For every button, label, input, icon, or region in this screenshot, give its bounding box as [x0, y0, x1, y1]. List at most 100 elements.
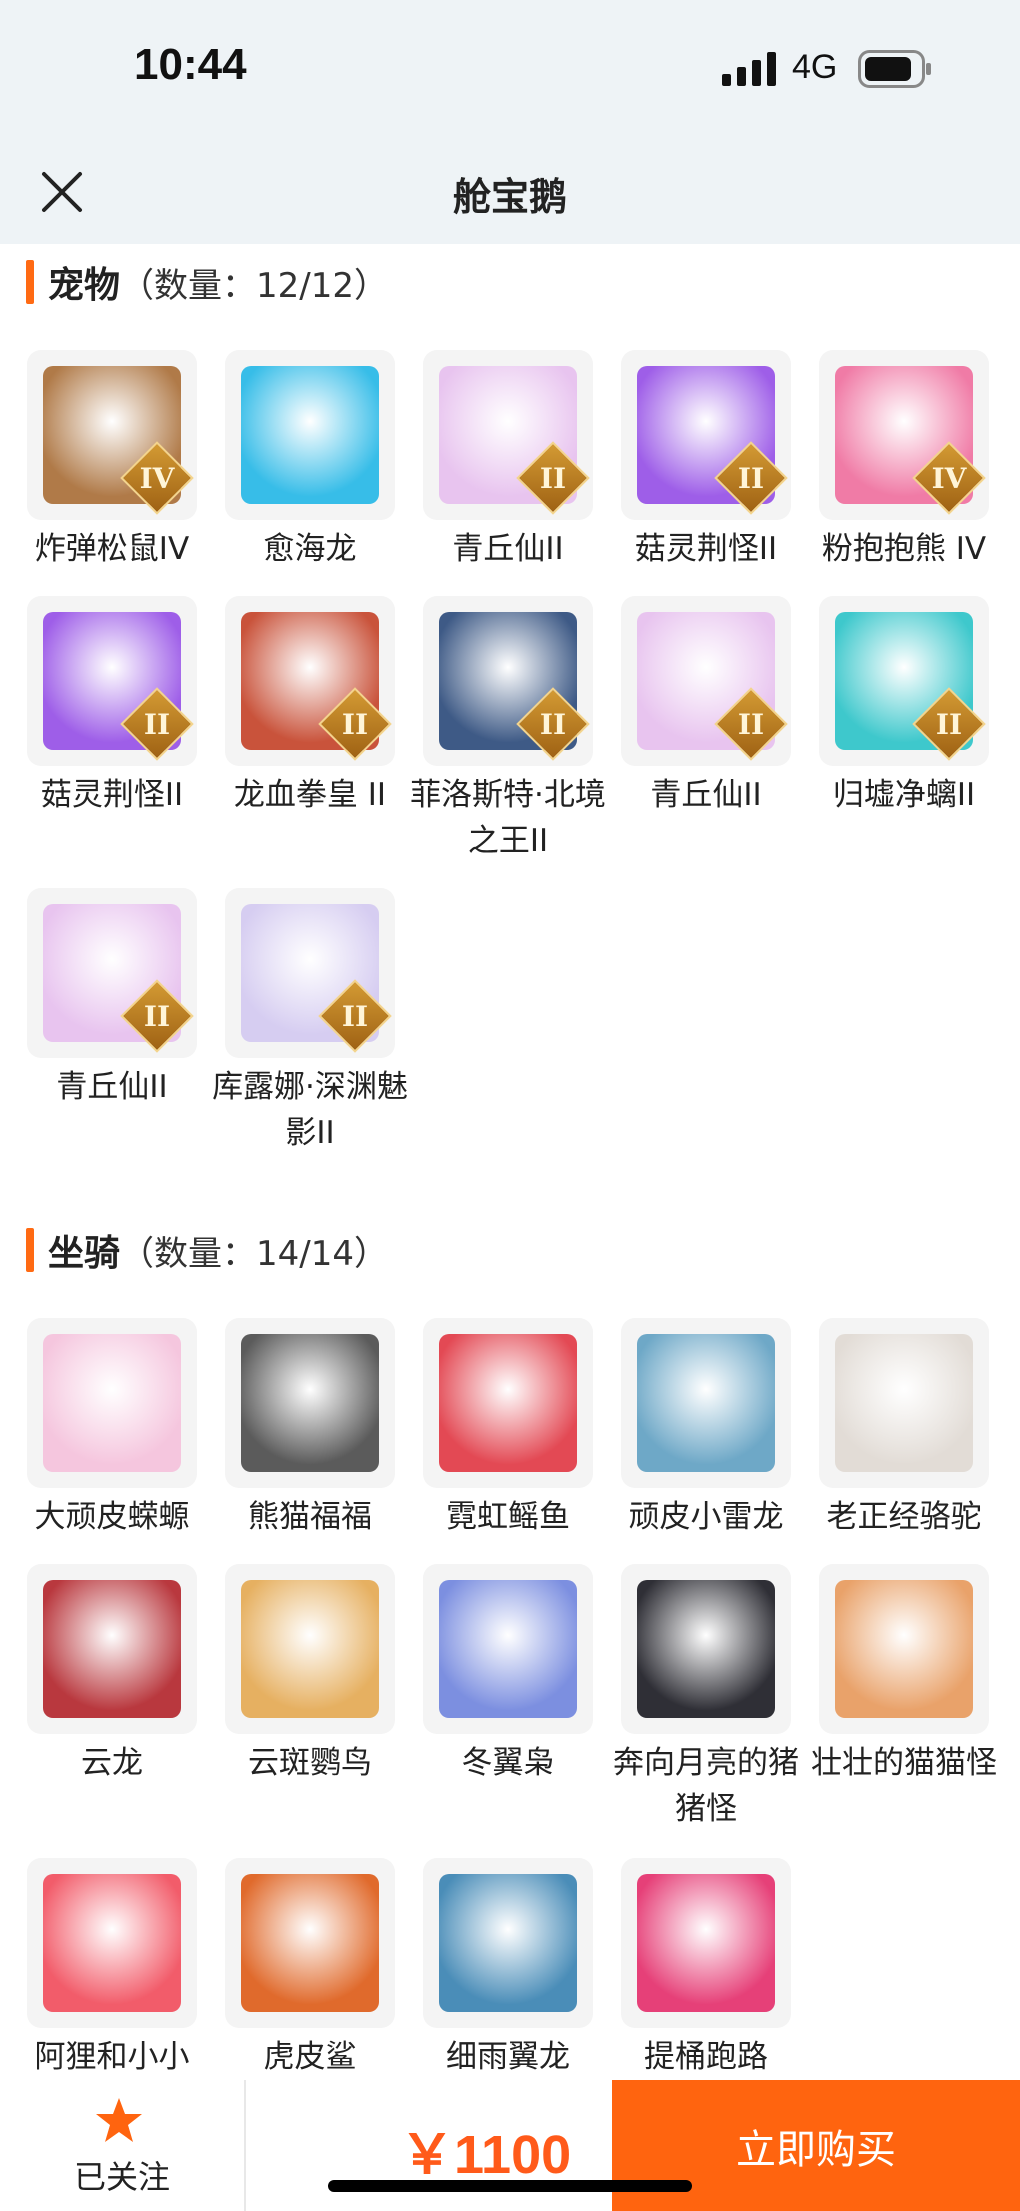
- item-thumbnail: [27, 1318, 197, 1488]
- pet-item[interactable]: II 青丘仙II: [608, 596, 804, 818]
- pet-item[interactable]: II 菲洛斯特·北境之王II: [410, 596, 606, 864]
- item-name: 冬翼枭: [461, 1745, 555, 1781]
- item-name: 青丘仙II: [650, 777, 762, 813]
- item-name: 虎皮鲨: [263, 2039, 357, 2075]
- pet-item[interactable]: II 青丘仙II: [410, 350, 606, 572]
- item-thumbnail: II: [225, 888, 395, 1058]
- item-thumbnail: [27, 1858, 197, 2028]
- item-name: 云斑鹦鸟: [248, 1745, 372, 1781]
- follow-label: 已关注: [73, 2158, 170, 2196]
- mount-item[interactable]: 顽皮小雷龙: [608, 1318, 804, 1540]
- pet-item[interactable]: II 库露娜·深渊魅影II: [212, 888, 408, 1156]
- page-title: 舱宝鹅: [452, 175, 567, 219]
- item-thumbnail: [225, 1564, 395, 1734]
- item-thumbnail: II: [621, 596, 791, 766]
- item-thumbnail: IV: [819, 350, 989, 520]
- rank-badge-text: II: [737, 461, 765, 495]
- pet-item[interactable]: II 青丘仙II: [14, 888, 210, 1110]
- item-name: 云龙: [81, 1745, 143, 1781]
- item-name: 顽皮小雷龙: [628, 1499, 784, 1535]
- mount-item[interactable]: 熊猫福福: [212, 1318, 408, 1540]
- mount-item[interactable]: 提桶跑路: [608, 1858, 804, 2080]
- item-name: 老正经骆驼: [826, 1499, 982, 1535]
- item-thumbnail: [225, 350, 395, 520]
- mounts-section-title: 坐骑: [48, 1233, 121, 1274]
- footer-divider: [244, 2080, 246, 2211]
- item-name: 熊猫福福: [248, 1499, 372, 1535]
- pet-item[interactable]: 愈海龙: [212, 350, 408, 572]
- price: ￥1100: [400, 2125, 572, 2185]
- item-thumbnail: [27, 1564, 197, 1734]
- pet-item[interactable]: IV 炸弹松鼠IV: [14, 350, 210, 572]
- battery-icon: [858, 50, 931, 88]
- mount-item[interactable]: 奔向月亮的猪猪怪: [608, 1564, 804, 1832]
- section-accent-bar: [26, 1228, 34, 1272]
- item-thumbnail: II: [819, 596, 989, 766]
- mounts-section-header: 坐骑 （数量：14/14）: [26, 1226, 388, 1274]
- item-thumbnail: [819, 1564, 989, 1734]
- rank-badge-text: II: [737, 707, 765, 741]
- item-thumbnail: [423, 1858, 593, 2028]
- item-artwork: [241, 366, 379, 504]
- item-name: 愈海龙: [263, 531, 357, 567]
- item-thumbnail: [423, 1318, 593, 1488]
- mounts-section-count: （数量：14/14）: [120, 1233, 388, 1274]
- item-artwork: [439, 1580, 577, 1718]
- star-icon: [96, 2098, 142, 2142]
- item-artwork: [43, 1874, 181, 2012]
- home-indicator: [328, 2180, 692, 2192]
- item-name: 青丘仙II: [56, 1069, 168, 1105]
- rank-badge-text: IV: [139, 461, 175, 495]
- item-name: 库露娜·深渊魅影II: [212, 1069, 408, 1151]
- mount-item[interactable]: 阿狸和小小: [14, 1858, 210, 2080]
- item-name: 粉抱抱熊 IV: [821, 531, 987, 567]
- item-artwork: [439, 1334, 577, 1472]
- item-name: 归墟净螭II: [832, 777, 976, 813]
- mount-item[interactable]: 霓虹鳐鱼: [410, 1318, 606, 1540]
- item-artwork: [43, 1580, 181, 1718]
- pets-section-header: 宠物 （数量：12/12）: [26, 258, 388, 306]
- item-name: 青丘仙II: [452, 531, 564, 567]
- item-artwork: [241, 1874, 379, 2012]
- item-name: 炸弹松鼠IV: [34, 531, 190, 567]
- rank-badge-text: II: [143, 707, 171, 741]
- item-thumbnail: II: [423, 350, 593, 520]
- item-artwork: [835, 1580, 973, 1718]
- rank-badge-text: II: [935, 707, 963, 741]
- item-artwork: [835, 1334, 973, 1472]
- mount-item[interactable]: 细雨翼龙: [410, 1858, 606, 2080]
- status-time: 10:44: [134, 40, 247, 89]
- pet-item[interactable]: IV 粉抱抱熊 IV: [806, 350, 1002, 572]
- pet-item[interactable]: II 菇灵荆怪II: [608, 350, 804, 572]
- item-name: 霓虹鳐鱼: [446, 1499, 570, 1535]
- item-thumbnail: [225, 1318, 395, 1488]
- mount-item[interactable]: 云斑鹦鸟: [212, 1564, 408, 1786]
- mount-item[interactable]: 老正经骆驼: [806, 1318, 1002, 1540]
- item-artwork: [637, 1874, 775, 2012]
- item-name: 提桶跑路: [644, 2039, 768, 2075]
- mount-item[interactable]: 云龙: [14, 1564, 210, 1786]
- item-thumbnail: IV: [27, 350, 197, 520]
- item-name: 龙血拳皇 II: [233, 777, 387, 813]
- item-thumbnail: [225, 1858, 395, 2028]
- mount-item[interactable]: 壮壮的猫猫怪: [806, 1564, 1002, 1786]
- item-artwork: [637, 1580, 775, 1718]
- item-artwork: [241, 1580, 379, 1718]
- pet-item[interactable]: II 归墟净螭II: [806, 596, 1002, 818]
- item-name: 菇灵荆怪II: [634, 531, 778, 567]
- item-thumbnail: [819, 1318, 989, 1488]
- pets-section-count: （数量：12/12）: [120, 265, 388, 306]
- pet-item[interactable]: II 龙血拳皇 II: [212, 596, 408, 818]
- mount-item[interactable]: 大顽皮蝾螈: [14, 1318, 210, 1540]
- item-name: 壮壮的猫猫怪: [811, 1745, 997, 1781]
- item-artwork: [43, 1334, 181, 1472]
- mount-item[interactable]: 虎皮鲨: [212, 1858, 408, 2080]
- rank-badge-text: II: [539, 461, 567, 495]
- rank-badge-text: IV: [931, 461, 967, 495]
- pet-item[interactable]: II 菇灵荆怪II: [14, 596, 210, 818]
- section-accent-bar: [26, 260, 34, 304]
- item-thumbnail: II: [225, 596, 395, 766]
- mount-item[interactable]: 冬翼枭: [410, 1564, 606, 1786]
- follow-button[interactable]: 已关注: [0, 2080, 244, 2211]
- rank-badge-text: II: [539, 707, 567, 741]
